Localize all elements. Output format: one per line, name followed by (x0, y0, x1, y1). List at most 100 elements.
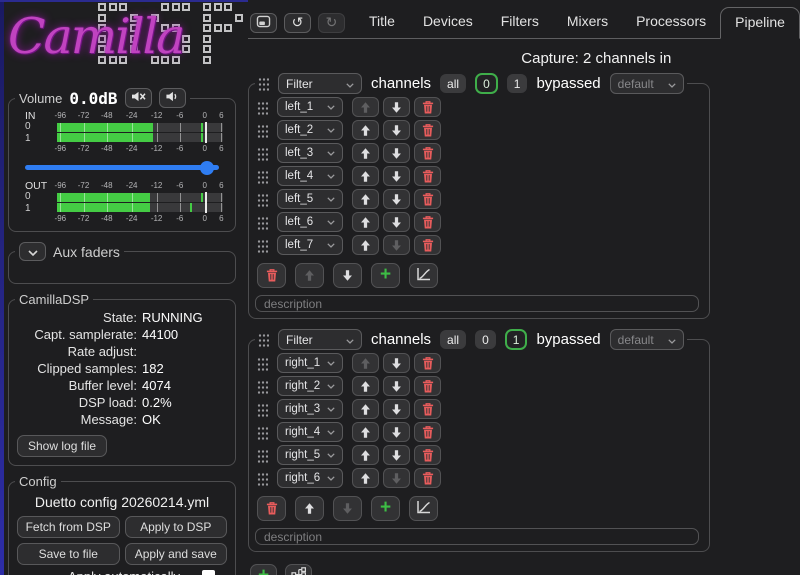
move-step-down-button[interactable] (383, 143, 410, 163)
filter-name-select[interactable]: left_7 (277, 235, 343, 255)
move-step-up-button[interactable] (352, 120, 379, 140)
move-step-up-button[interactable] (352, 376, 379, 396)
description-input[interactable] (255, 295, 699, 312)
delete-block-button[interactable] (257, 263, 286, 288)
drag-handle-icon[interactable] (257, 356, 268, 371)
move-block-up-button[interactable] (295, 263, 324, 288)
move-step-up-button[interactable] (352, 399, 379, 419)
filter-name-select[interactable]: right_4 (277, 422, 343, 442)
add-pipeline-step-button[interactable]: + (250, 564, 277, 575)
filter-name-select[interactable]: right_2 (277, 376, 343, 396)
filter-name-select[interactable]: left_4 (277, 166, 343, 186)
filter-name-select[interactable]: left_2 (277, 120, 343, 140)
filter-name-select[interactable]: left_6 (277, 212, 343, 232)
delete-step-button[interactable] (414, 189, 441, 209)
move-step-up-button[interactable] (352, 143, 379, 163)
delete-step-button[interactable] (414, 353, 441, 373)
delete-step-button[interactable] (414, 235, 441, 255)
redo-button[interactable]: ↻ (318, 13, 345, 33)
move-step-up-button[interactable] (352, 468, 379, 488)
delete-step-button[interactable] (414, 445, 441, 465)
tab-pipeline[interactable]: Pipeline (720, 7, 800, 39)
drag-handle-icon[interactable] (257, 192, 268, 207)
delete-step-button[interactable] (414, 120, 441, 140)
move-step-down-button[interactable] (383, 120, 410, 140)
add-filter-button[interactable]: + (371, 496, 400, 521)
step-type-select[interactable]: Filter (278, 73, 362, 94)
volume-slider[interactable] (25, 160, 219, 175)
move-step-up-button[interactable] (352, 353, 379, 373)
show-log-button[interactable]: Show log file (17, 435, 107, 457)
drag-handle-icon[interactable] (257, 379, 268, 394)
plot-filters-button[interactable] (409, 263, 438, 288)
channel-button-all[interactable]: all (440, 330, 466, 349)
delete-step-button[interactable] (414, 212, 441, 232)
channel-button-0[interactable]: 0 (475, 73, 498, 94)
volume-button[interactable] (159, 88, 186, 108)
move-step-up-button[interactable] (352, 235, 379, 255)
delete-step-button[interactable] (414, 399, 441, 419)
filter-name-select[interactable]: left_5 (277, 189, 343, 209)
move-step-down-button[interactable] (383, 235, 410, 255)
delete-step-button[interactable] (414, 468, 441, 488)
delete-step-button[interactable] (414, 166, 441, 186)
bypassed-select[interactable]: default (610, 329, 684, 350)
step-type-select[interactable]: Filter (278, 329, 362, 350)
bypassed-select[interactable]: default (610, 73, 684, 94)
apply-and-save-button[interactable]: Apply and save (125, 543, 228, 565)
move-block-down-button[interactable] (333, 496, 362, 521)
drag-handle-icon[interactable] (257, 471, 268, 486)
drag-handle-icon[interactable] (257, 100, 268, 115)
delete-block-button[interactable] (257, 496, 286, 521)
filter-name-select[interactable]: left_1 (277, 97, 343, 117)
move-step-down-button[interactable] (383, 97, 410, 117)
save-to-file-button[interactable]: Save to file (17, 543, 120, 565)
drag-handle-icon[interactable] (257, 123, 268, 138)
drag-handle-icon[interactable] (258, 332, 269, 347)
plot-filters-button[interactable] (409, 496, 438, 521)
fetch-from-dsp-button[interactable]: Fetch from DSP (17, 516, 120, 538)
move-step-up-button[interactable] (352, 97, 379, 117)
channel-button-1[interactable]: 1 (507, 74, 528, 93)
drag-handle-icon[interactable] (257, 425, 268, 440)
move-step-up-button[interactable] (352, 422, 379, 442)
apply-to-dsp-button[interactable]: Apply to DSP (125, 516, 228, 538)
filter-name-select[interactable]: right_6 (277, 468, 343, 488)
volume-slider-knob[interactable] (200, 161, 214, 175)
tab-title[interactable]: Title (355, 7, 409, 38)
filter-name-select[interactable]: right_1 (277, 353, 343, 373)
drag-handle-icon[interactable] (257, 146, 268, 161)
delete-step-button[interactable] (414, 143, 441, 163)
move-step-down-button[interactable] (383, 399, 410, 419)
move-step-down-button[interactable] (383, 353, 410, 373)
move-step-down-button[interactable] (383, 166, 410, 186)
filter-name-select[interactable]: right_5 (277, 445, 343, 465)
apply-automatically-checkbox[interactable] (202, 570, 215, 575)
channel-button-all[interactable]: all (440, 74, 466, 93)
drag-handle-icon[interactable] (257, 402, 268, 417)
drag-handle-icon[interactable] (257, 238, 268, 253)
move-step-down-button[interactable] (383, 212, 410, 232)
volume-slider-track[interactable] (25, 165, 219, 170)
move-step-up-button[interactable] (352, 166, 379, 186)
move-step-up-button[interactable] (352, 212, 379, 232)
tab-devices[interactable]: Devices (409, 7, 487, 38)
move-step-down-button[interactable] (383, 189, 410, 209)
drag-handle-icon[interactable] (257, 448, 268, 463)
delete-step-button[interactable] (414, 97, 441, 117)
channel-button-1[interactable]: 1 (505, 329, 528, 350)
mute-button[interactable] (125, 88, 152, 108)
aux-expand-button[interactable] (19, 242, 46, 261)
move-step-down-button[interactable] (383, 468, 410, 488)
move-step-up-button[interactable] (352, 445, 379, 465)
drag-handle-icon[interactable] (257, 169, 268, 184)
move-step-down-button[interactable] (383, 445, 410, 465)
add-filter-button[interactable]: + (371, 263, 400, 288)
drag-handle-icon[interactable] (258, 76, 269, 91)
pipeline-plot-button[interactable] (285, 564, 312, 575)
tab-processors[interactable]: Processors (622, 7, 720, 38)
drag-handle-icon[interactable] (257, 215, 268, 230)
delete-step-button[interactable] (414, 376, 441, 396)
channel-button-0[interactable]: 0 (475, 330, 496, 349)
delete-step-button[interactable] (414, 422, 441, 442)
